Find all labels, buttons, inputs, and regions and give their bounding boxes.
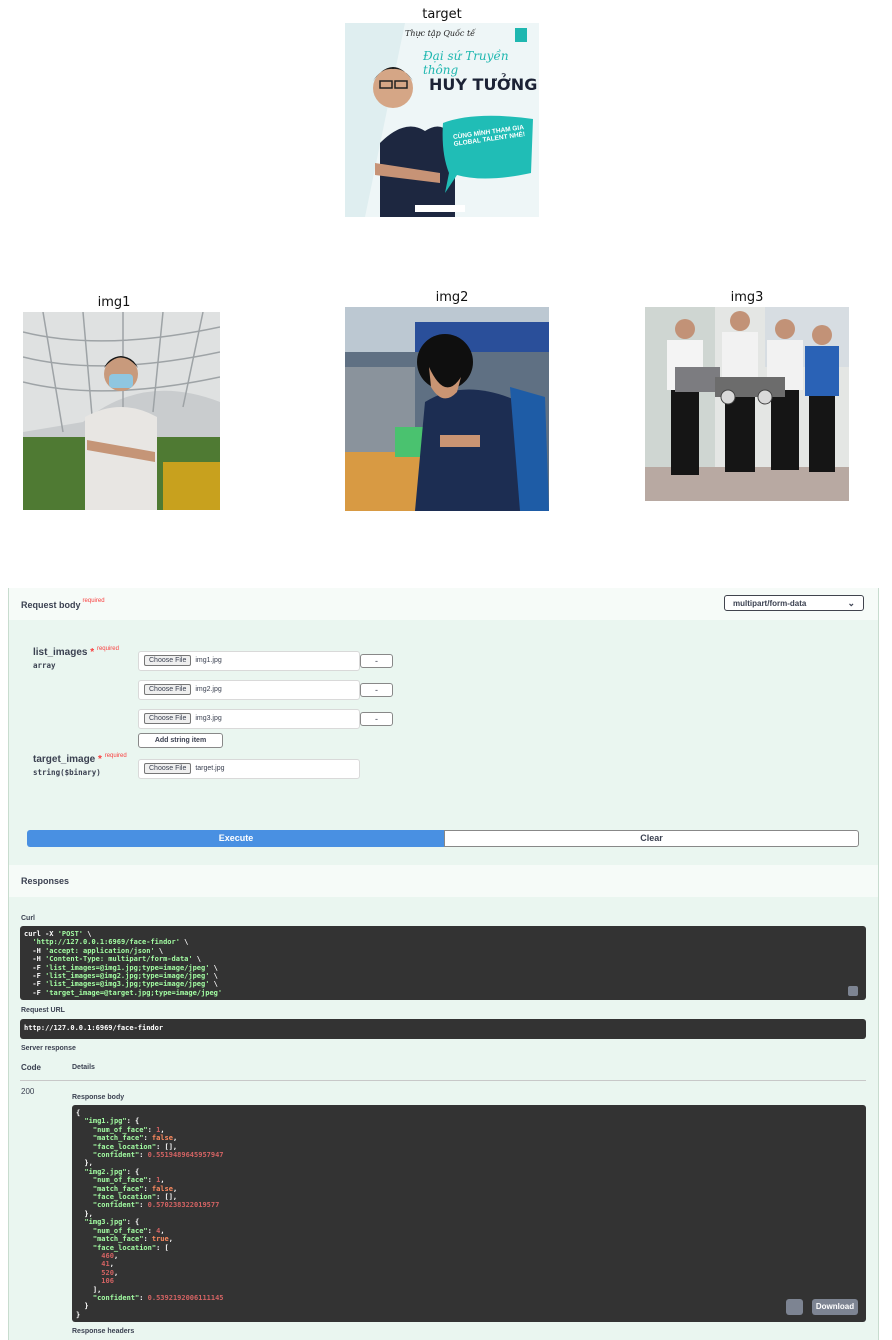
- responses-title: Responses: [21, 876, 70, 886]
- json-line: "img3.jpg": {: [84, 1218, 140, 1227]
- request-body-required: required: [82, 598, 105, 604]
- json-line: 460,: [101, 1251, 119, 1260]
- status-code: 200: [21, 1087, 35, 1096]
- curl-line: curl -X 'POST' \: [24, 930, 92, 938]
- json-line: ],: [76, 1285, 102, 1294]
- curl-line: -H 'accept: application/json' \: [24, 946, 164, 955]
- param-list-images-name: list_images * required: [33, 646, 119, 658]
- json-line: },: [76, 1209, 93, 1218]
- json-line: }: [76, 1310, 81, 1319]
- required-star: *: [98, 754, 102, 765]
- curl-line: -F 'target_image=@target.jpg;type=image/…: [24, 988, 223, 997]
- json-line: "confident": 0.5392192006111145: [92, 1293, 224, 1302]
- curl-line: -H 'Content-Type: multipart/form-data' \: [24, 955, 202, 964]
- remove-item-button-1[interactable]: -: [360, 654, 393, 668]
- file-name: target.jpg: [195, 765, 225, 772]
- json-line: "face_location": [: [92, 1243, 169, 1252]
- file-name: img1.jpg: [195, 657, 222, 664]
- json-line: "face_location": [],: [92, 1142, 178, 1151]
- param-target-image-name: target_image * required: [33, 753, 127, 765]
- download-button[interactable]: Download: [812, 1299, 858, 1315]
- img2-photo: [345, 307, 549, 511]
- execute-button[interactable]: Execute: [27, 830, 445, 847]
- caption-target: target: [422, 7, 462, 22]
- json-line: {: [76, 1109, 81, 1117]
- request-url-block: http://127.0.0.1:6969/face-findor: [20, 1019, 866, 1039]
- response-body-block[interactable]: { "img1.jpg": { "num_of_face": 1, "match…: [72, 1105, 866, 1322]
- json-line: }: [76, 1302, 89, 1311]
- curl-code-block[interactable]: curl -X 'POST' \ 'http://127.0.0.1:6969/…: [20, 926, 866, 1000]
- add-string-item-button[interactable]: Add string item: [138, 733, 223, 748]
- choose-file-button[interactable]: Choose File: [144, 684, 192, 695]
- caption-img1: img1: [97, 295, 131, 310]
- response-body-label: Response body: [72, 1094, 125, 1101]
- json-line: "num_of_face": 1,: [92, 1125, 165, 1134]
- poster-name: HUY TƯỞNG: [429, 75, 538, 94]
- copy-icon[interactable]: [848, 986, 858, 996]
- file-name: img3.jpg: [195, 715, 222, 722]
- clear-button[interactable]: Clear: [444, 830, 859, 847]
- details-column-header: Details: [72, 1064, 95, 1071]
- choose-file-button[interactable]: Choose File: [144, 655, 192, 666]
- json-line: "confident": 0.5519489645957947: [92, 1151, 224, 1160]
- json-line: "match_face": true,: [92, 1235, 173, 1244]
- json-line: 520,: [101, 1268, 119, 1277]
- json-line: "face_location": [],: [92, 1193, 178, 1202]
- content-type-select[interactable]: multipart/form-data ⌄: [724, 595, 864, 611]
- file-input-img3[interactable]: Choose File img3.jpg: [138, 709, 360, 729]
- img3-photo: [645, 307, 849, 501]
- curl-line: 'http://127.0.0.1:6969/face-findor' \: [32, 938, 189, 947]
- choose-file-button[interactable]: Choose File: [144, 713, 192, 724]
- required-label: required: [96, 646, 119, 652]
- content-type-value: multipart/form-data: [733, 599, 807, 608]
- remove-item-button-3[interactable]: -: [360, 712, 393, 726]
- server-response-label: Server response: [21, 1045, 76, 1052]
- table-divider: [20, 1080, 866, 1081]
- copy-icon[interactable]: [786, 1299, 803, 1315]
- caption-img2: img2: [435, 290, 469, 305]
- request-body-header: Request body required multipart/form-data…: [9, 588, 878, 620]
- curl-line: -F 'list_images=@img1.jpg;type=image/jpe…: [24, 963, 218, 972]
- param-list-images-type: array: [33, 661, 56, 670]
- img1-photo: [23, 312, 220, 510]
- choose-file-button[interactable]: Choose File: [144, 763, 192, 774]
- json-line: 106: [101, 1277, 114, 1286]
- file-name: img2.jpg: [195, 686, 222, 693]
- chevron-down-icon: ⌄: [847, 598, 855, 608]
- responses-header: Responses: [9, 865, 878, 897]
- json-line: "num_of_face": 1,: [92, 1176, 165, 1185]
- file-input-target[interactable]: Choose File target.jpg: [138, 759, 360, 779]
- file-input-img2[interactable]: Choose File img2.jpg: [138, 680, 360, 700]
- json-line: "img2.jpg": {: [84, 1167, 140, 1176]
- remove-item-button-2[interactable]: -: [360, 683, 393, 697]
- json-line: },: [76, 1159, 93, 1168]
- code-column-header: Code: [21, 1063, 41, 1072]
- curl-line: -F 'list_images=@img2.jpg;type=image/jpe…: [24, 972, 218, 981]
- response-headers-label: Response headers: [72, 1328, 135, 1335]
- param-target-image-type: string($binary): [33, 768, 101, 777]
- curl-line: -F 'list_images=@img3.jpg;type=image/jpe…: [24, 980, 218, 989]
- request-url-label: Request URL: [21, 1007, 65, 1014]
- required-label: required: [104, 753, 127, 759]
- curl-label: Curl: [21, 915, 35, 922]
- poster-line1: Thực tập Quốc tế: [405, 29, 476, 38]
- json-line: "num_of_face": 4,: [92, 1226, 165, 1235]
- swagger-operation-panel: Request body required multipart/form-data…: [8, 588, 879, 1340]
- file-input-img1[interactable]: Choose File img1.jpg: [138, 651, 360, 671]
- json-line: "match_face": false,: [92, 1184, 178, 1193]
- json-line: "match_face": false,: [92, 1134, 178, 1143]
- required-star: *: [90, 647, 95, 658]
- json-line: "img1.jpg": {: [84, 1117, 140, 1126]
- json-line: 41,: [101, 1260, 114, 1269]
- request-body-title: Request body required: [21, 598, 105, 610]
- poster-line2: Đại sứ Truyền thông: [423, 49, 509, 77]
- caption-img3: img3: [730, 290, 764, 305]
- json-line: "confident": 0.570238322019577: [92, 1201, 220, 1210]
- target-photo: Thực tập Quốc tế Đại sứ Truyền thông HUY…: [345, 23, 539, 217]
